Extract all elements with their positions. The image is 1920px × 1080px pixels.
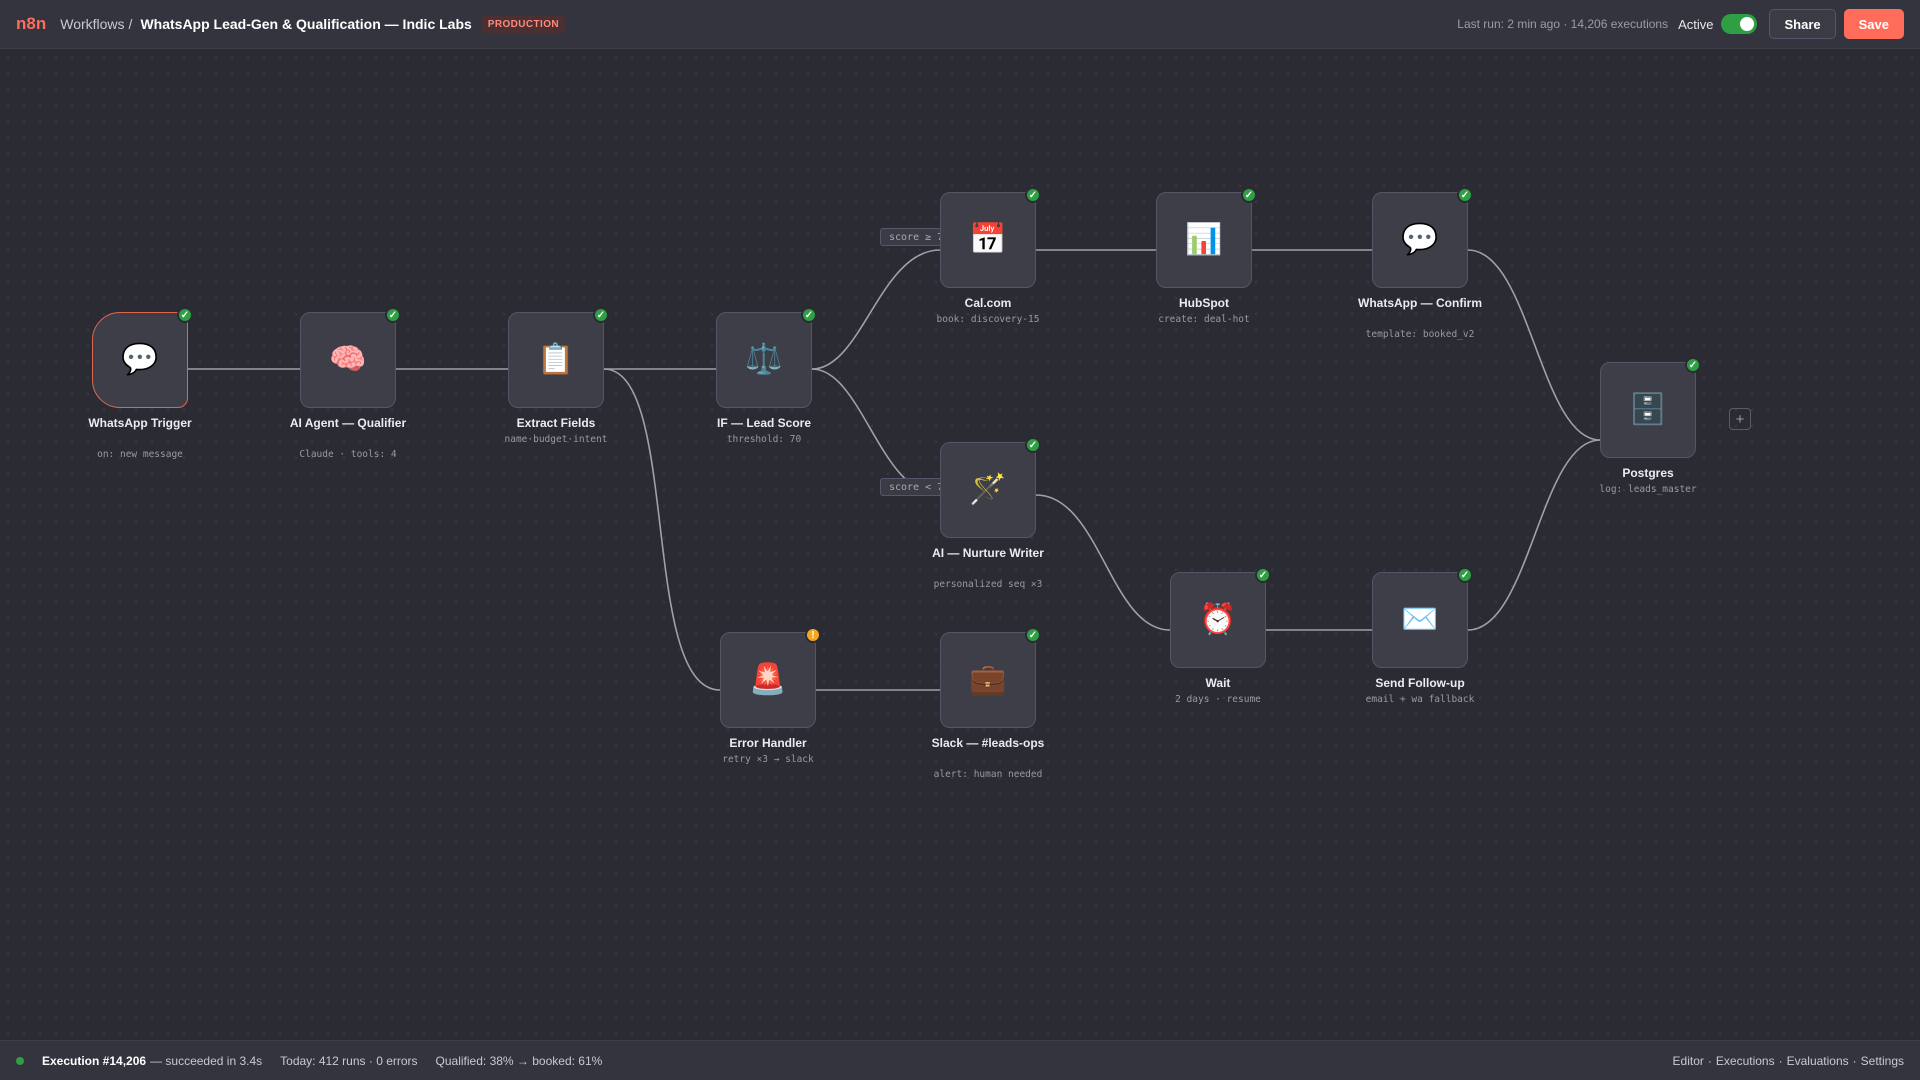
node-slack-leads-ops[interactable]: 💼 ✓ (940, 627, 1041, 728)
footer-link-settings[interactable]: Settings (1861, 1054, 1904, 1068)
node-calcom[interactable]: 📅 ✓ (940, 187, 1041, 288)
clipboard-icon: 📋 (537, 343, 575, 376)
node-label: IF — Lead Score (716, 416, 812, 430)
node-subtitle: Claude · tools: 4 (299, 449, 397, 460)
footer-link-editor[interactable]: Editor (1673, 1054, 1704, 1068)
active-label: Active (1678, 16, 1714, 32)
node-label: AI Agent — Qualifier (289, 416, 407, 430)
success-check-icon: ✓ (1255, 567, 1271, 583)
node-label: Postgres (1622, 466, 1674, 480)
magic-wand-icon: 🪄 (969, 473, 1007, 506)
node-subtitle: book: discovery-15 (936, 314, 1040, 325)
node-if-lead-score[interactable]: ⚖️ ✓ (716, 307, 817, 408)
node-send-follow-up[interactable]: ✉️ ✓ (1372, 567, 1473, 668)
last-run-info: Last run: 2 min ago · 14,206 executions (1457, 17, 1669, 31)
success-check-icon: ✓ (1025, 627, 1041, 643)
node-error-handler[interactable]: 🚨 ! (720, 627, 821, 728)
success-check-icon: ✓ (1025, 437, 1041, 453)
success-check-icon: ✓ (1241, 187, 1257, 203)
node-subtitle: 2 days · resume (1175, 694, 1261, 705)
footer-separator: · (1778, 1053, 1783, 1068)
execution-result: — succeeded in 3.4s (150, 1053, 263, 1068)
workflow-title[interactable]: WhatsApp Lead-Gen & Qualification — Indi… (140, 16, 471, 32)
breadcrumb-workflows[interactable]: Workflows (60, 16, 124, 32)
edge-tag-true: score ≥ 70 (880, 228, 942, 246)
footer-separator: · (1707, 1053, 1712, 1068)
briefcase-icon: 💼 (969, 663, 1007, 696)
breadcrumb-separator: / (128, 16, 133, 32)
top-bar: n8n Workflows / WhatsApp Lead-Gen & Qual… (0, 0, 1920, 49)
node-whatsapp-confirm[interactable]: 💬 ✓ (1372, 187, 1473, 288)
save-button[interactable]: Save (1843, 9, 1904, 39)
toggle-knob (1740, 17, 1755, 31)
add-node-button[interactable]: + (1729, 408, 1751, 430)
node-subtitle: email + wa fallback (1365, 694, 1475, 705)
active-toggle[interactable] (1721, 14, 1758, 34)
node-subtitle: create: deal-hot (1158, 314, 1250, 325)
success-check-icon: ✓ (177, 307, 193, 323)
bar-chart-icon: 📊 (1185, 223, 1223, 256)
success-check-icon: ✓ (385, 307, 401, 323)
node-label: Slack — #leads-ops (931, 736, 1045, 750)
node-subtitle: threshold: 70 (726, 434, 802, 445)
edge-tag-false: score < 70 (880, 478, 942, 496)
calendar-icon: 📅 (969, 223, 1007, 256)
n8n-logo[interactable]: n8n (16, 14, 46, 34)
conversion-stats: Qualified: 38% → booked: 61% (435, 1053, 603, 1068)
success-check-icon: ✓ (801, 307, 817, 323)
node-ai-nurture-writer[interactable]: 🪄 ✓ (940, 437, 1041, 538)
success-check-icon: ✓ (593, 307, 609, 323)
node-subtitle: on: new message (97, 449, 183, 460)
node-label: Cal.com (964, 296, 1012, 310)
envelope-icon: ✉️ (1401, 603, 1439, 636)
node-hubspot[interactable]: 📊 ✓ (1156, 187, 1257, 288)
warning-icon: ! (805, 627, 821, 643)
node-label: AI — Nurture Writer (932, 546, 1044, 560)
brain-icon: 🧠 (329, 343, 367, 376)
execution-id[interactable]: Execution #14,206 (42, 1054, 146, 1068)
success-dot-icon (16, 1056, 24, 1065)
node-label: HubSpot (1179, 296, 1229, 310)
footer-link-executions[interactable]: Executions (1716, 1054, 1775, 1068)
footer-link-evaluations[interactable]: Evaluations (1787, 1054, 1849, 1068)
status-bar: Execution #14,206 — succeeded in 3.4s To… (0, 1040, 1920, 1080)
chat-bubble-icon: 💬 (121, 343, 159, 376)
node-extract-fields[interactable]: 📋 ✓ (508, 307, 609, 408)
success-check-icon: ✓ (1457, 187, 1473, 203)
node-label: Send Follow-up (1375, 676, 1465, 690)
node-label: WhatsApp — Confirm (1358, 296, 1482, 310)
footer-nav: Editor · Executions · Evaluations · Sett… (1673, 1054, 1904, 1068)
success-check-icon: ✓ (1685, 357, 1701, 373)
chat-bubble-icon: 💬 (1401, 223, 1439, 256)
file-cabinet-icon: 🗄️ (1629, 393, 1667, 426)
share-button[interactable]: Share (1769, 9, 1836, 39)
node-label: Extract Fields (516, 416, 596, 430)
today-stats: Today: 412 runs · 0 errors (280, 1053, 418, 1068)
node-subtitle: template: booked_v2 (1365, 329, 1475, 340)
top-bar-actions: Last run: 2 min ago · 14,206 executions … (1457, 9, 1904, 39)
environment-badge: PRODUCTION (481, 15, 566, 33)
node-label: Error Handler (729, 736, 807, 750)
node-ai-agent[interactable]: 🧠 ✓ (300, 307, 401, 408)
node-whatsapp-trigger[interactable]: 💬 ✓ (92, 307, 193, 408)
node-subtitle: alert: human needed (933, 769, 1043, 780)
node-postgres[interactable]: 🗄️ ✓ (1600, 357, 1701, 458)
footer-separator: · (1852, 1053, 1857, 1068)
node-subtitle: retry ×3 → slack (722, 754, 814, 765)
success-check-icon: ✓ (1025, 187, 1041, 203)
scales-icon: ⚖️ (745, 343, 783, 376)
node-subtitle: log: leads_master (1599, 484, 1697, 495)
siren-icon: 🚨 (749, 663, 787, 696)
node-subtitle: personalized seq ×3 (933, 579, 1043, 590)
node-subtitle: name·budget·intent (504, 434, 608, 445)
node-label: WhatsApp Trigger (88, 416, 192, 430)
success-check-icon: ✓ (1457, 567, 1473, 583)
node-label: Wait (1205, 676, 1231, 690)
node-wait[interactable]: ⏰ ✓ (1170, 567, 1271, 668)
alarm-clock-icon: ⏰ (1199, 603, 1237, 636)
